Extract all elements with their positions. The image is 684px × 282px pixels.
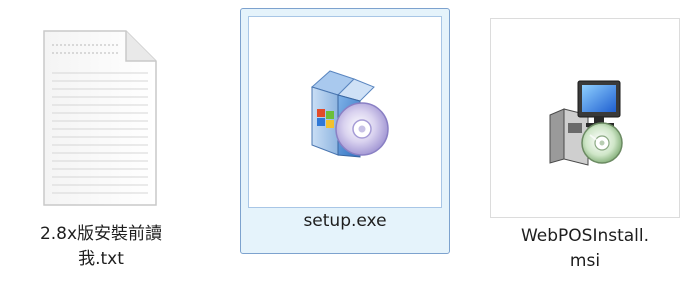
file-name-label: 2.8x版安裝前讀 我.txt bbox=[6, 222, 196, 272]
file-name-line-1: setup.exe bbox=[303, 211, 387, 231]
file-thumbnail bbox=[13, 15, 187, 221]
file-name-line-1: 2.8x版安裝前讀 bbox=[39, 224, 163, 244]
file-item-setup-exe[interactable]: setup.exe bbox=[240, 8, 450, 254]
file-thumbnail bbox=[490, 18, 680, 218]
file-name-line-1: WebPOSInstall. bbox=[520, 226, 650, 246]
file-item-webposinstall-msi[interactable]: WebPOSInstall. msi bbox=[490, 8, 680, 278]
text-document-icon bbox=[43, 30, 157, 206]
file-name-label: setup.exe bbox=[241, 209, 449, 234]
file-name-label: WebPOSInstall. msi bbox=[490, 224, 680, 274]
file-name-line-2: msi bbox=[569, 251, 601, 271]
file-item-readme-txt[interactable]: 2.8x版安裝前讀 我.txt bbox=[6, 8, 196, 278]
file-explorer-view: 2.8x版安裝前讀 我.txt setup.exe WebPOSInstall.… bbox=[0, 0, 684, 282]
file-thumbnail bbox=[248, 16, 442, 208]
msi-installer-computer-icon bbox=[549, 80, 623, 166]
file-name-line-2: 我.txt bbox=[78, 249, 124, 269]
installer-box-cd-icon bbox=[311, 70, 389, 158]
